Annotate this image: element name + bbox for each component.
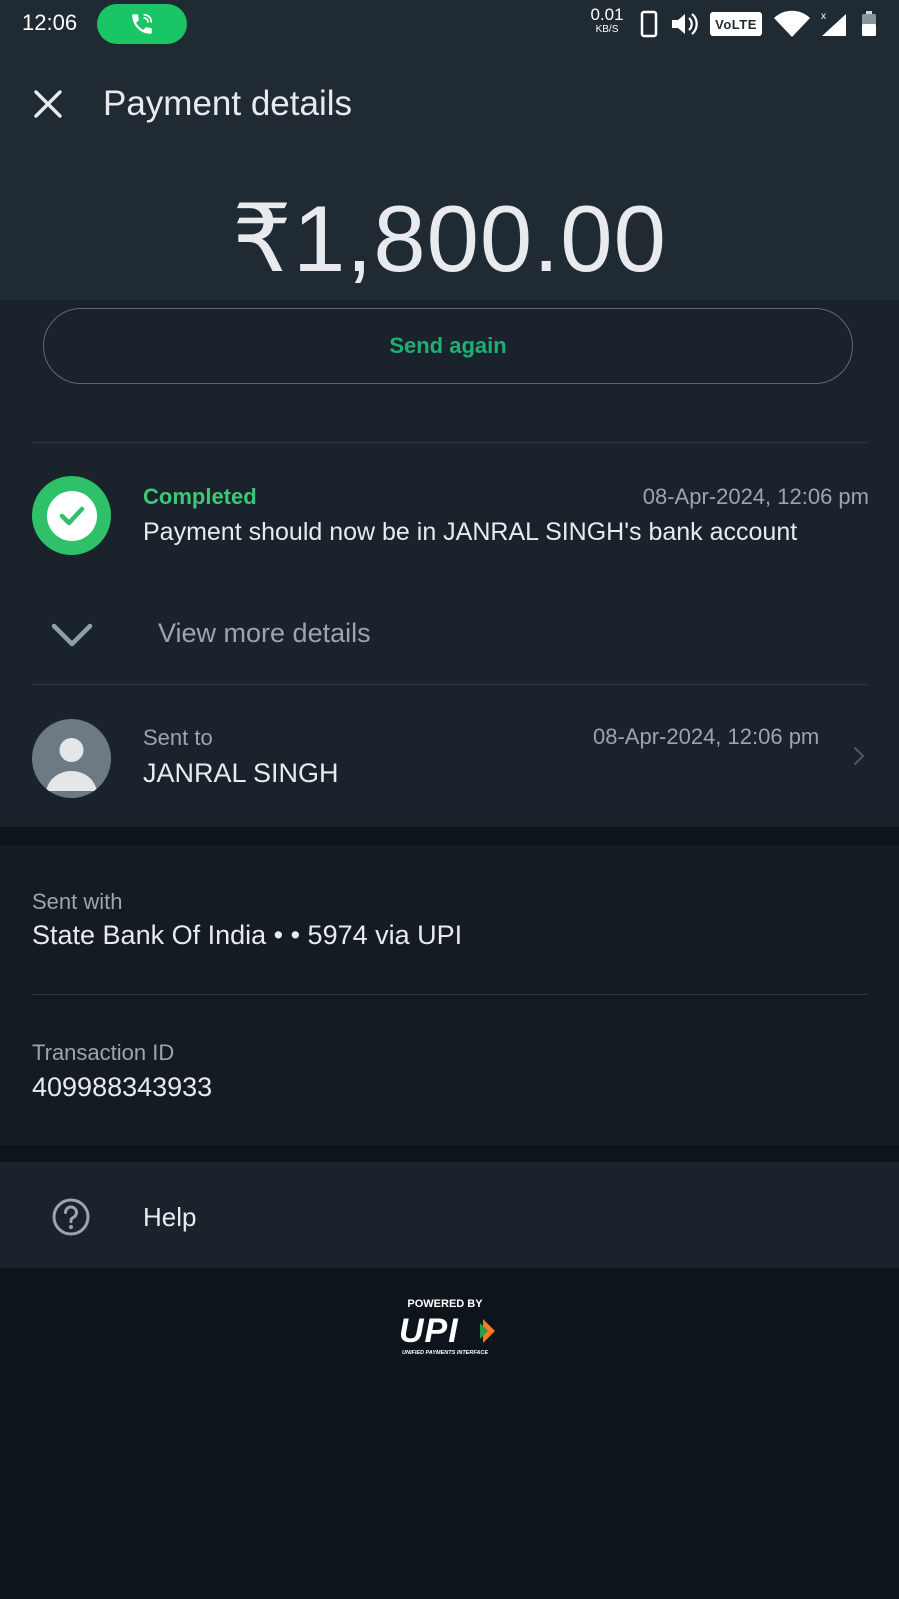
wifi-icon bbox=[774, 10, 810, 38]
sent-to-label: Sent to bbox=[143, 725, 213, 750]
help-row[interactable] bbox=[0, 1162, 899, 1268]
view-more-details-link[interactable]: View more details bbox=[158, 618, 371, 649]
divider bbox=[32, 442, 868, 443]
status-message: Payment should now be in JANRAL SINGH's … bbox=[143, 518, 798, 546]
page-title: Payment details bbox=[103, 84, 353, 123]
volume-icon bbox=[672, 13, 698, 35]
sent-with-label: Sent with bbox=[32, 889, 123, 914]
upi-logo: POWERED BY UPI UNIFIED PAYMENTS INTERFAC… bbox=[395, 1298, 505, 1358]
recipient-name[interactable]: JANRAL SINGH bbox=[143, 758, 339, 789]
transaction-id-value: 409988343933 bbox=[32, 1072, 213, 1102]
network-speed-value: 0.01 bbox=[590, 5, 624, 24]
payment-amount: ₹1,800.00 bbox=[232, 186, 667, 291]
chevron-down-icon[interactable] bbox=[50, 620, 94, 650]
sent-to-date: 08-Apr-2024, 12:06 pm bbox=[593, 724, 820, 749]
chevron-right-icon[interactable] bbox=[852, 745, 866, 767]
powered-by-text: POWERED BY bbox=[407, 1298, 483, 1310]
cellular-signal-icon: x bbox=[821, 11, 846, 36]
battery-icon bbox=[862, 11, 876, 36]
upi-subtitle: UNIFIED PAYMENTS INTERFACE bbox=[402, 1350, 488, 1356]
divider bbox=[32, 994, 868, 995]
status-label: Completed bbox=[143, 484, 257, 509]
checkmark-icon bbox=[59, 506, 84, 525]
phone-icon bbox=[640, 10, 658, 38]
network-speed-unit: KB/S bbox=[595, 24, 619, 35]
help-icon bbox=[52, 1198, 90, 1236]
status-date: 08-Apr-2024, 12:06 pm bbox=[642, 484, 869, 509]
status-bar-time: 12:06 bbox=[22, 10, 78, 35]
phone-call-icon bbox=[132, 13, 153, 34]
completed-status-icon bbox=[32, 476, 111, 555]
volte-badge: VoLTE bbox=[710, 12, 762, 36]
network-speed: 0.01 KB/S bbox=[585, 6, 629, 35]
send-again-button[interactable]: Send again bbox=[43, 308, 853, 384]
sent-with-value: State Bank Of India • • 5974 via UPI bbox=[32, 920, 463, 950]
divider bbox=[32, 684, 868, 685]
close-button[interactable] bbox=[28, 84, 68, 124]
close-icon bbox=[34, 90, 62, 118]
ongoing-call-indicator[interactable] bbox=[97, 4, 187, 44]
help-label: Help bbox=[143, 1202, 197, 1232]
transaction-id-label: Transaction ID bbox=[32, 1040, 175, 1065]
upi-arrow-icon bbox=[480, 1319, 495, 1343]
svg-text:x: x bbox=[821, 11, 826, 22]
person-icon bbox=[46, 738, 97, 791]
avatar bbox=[32, 719, 111, 798]
upi-wordmark: UPI bbox=[399, 1312, 459, 1350]
